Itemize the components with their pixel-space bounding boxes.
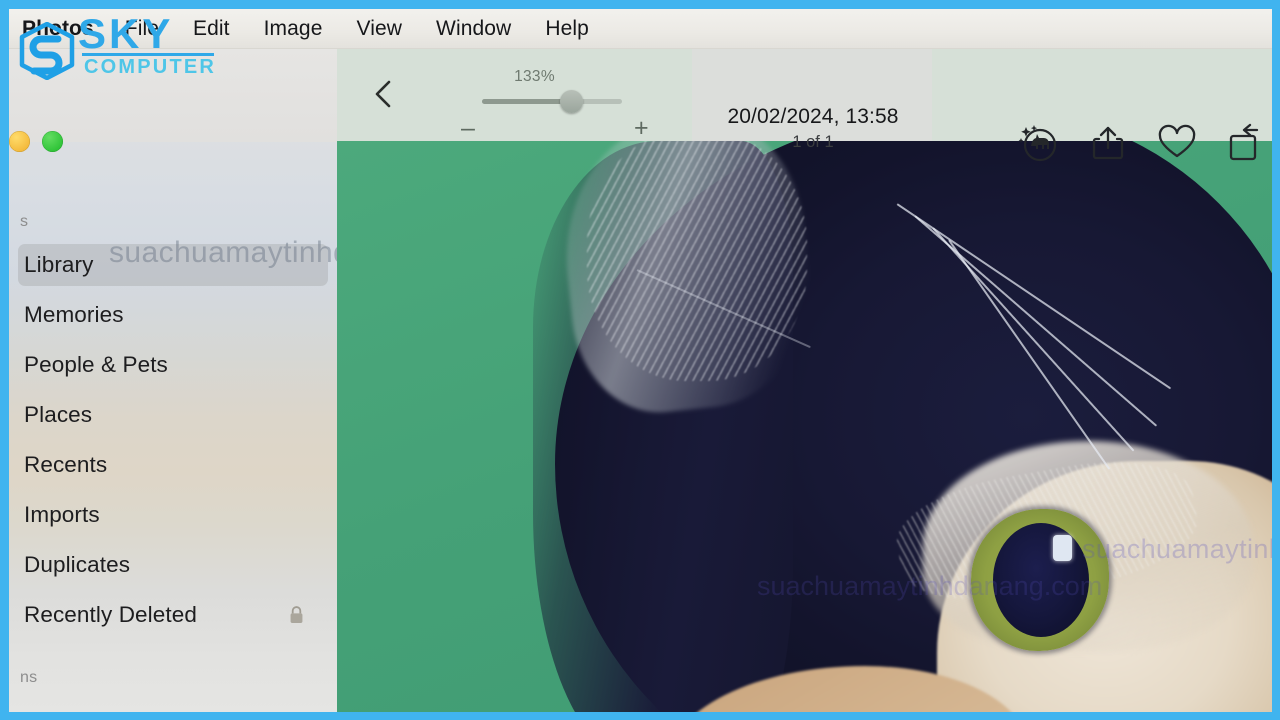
sidebar-item-library[interactable]: Library — [18, 244, 328, 286]
menu-item-file[interactable]: File — [108, 18, 176, 39]
cat-ear-inner-fur — [587, 141, 807, 381]
sidebar-item-recently-deleted[interactable]: Recently Deleted — [18, 594, 328, 636]
zoom-slider-group[interactable]: 133% – + — [417, 60, 652, 141]
photo-count-label: 1 of 1 — [792, 133, 834, 151]
detail-pane: suachuamaytinhdanang.com 133% – + 20/02/… — [337, 48, 1272, 712]
menu-item-image[interactable]: Image — [247, 18, 340, 39]
menu-item-view[interactable]: View — [339, 18, 419, 39]
sidebar-item-label: People & Pets — [24, 352, 168, 377]
sidebar-item-people-and-pets[interactable]: People & Pets — [18, 344, 328, 386]
zoom-button[interactable] — [42, 131, 63, 152]
menu-item-help[interactable]: Help — [528, 18, 606, 39]
screen-root: s Library Memories People & Pets Places … — [0, 0, 1280, 720]
photo-canvas[interactable]: suachuamaytinhdanang.com — [337, 141, 1272, 712]
sidebar-item-my-albums[interactable]: My Albums — [18, 700, 328, 712]
zoom-percent-label: 133% — [514, 68, 555, 85]
heart-icon[interactable] — [1156, 122, 1198, 164]
window-titlebar — [9, 48, 337, 152]
visual-lookup-icon[interactable] — [1017, 122, 1059, 164]
sidebar-section-header-albums: ns — [20, 669, 38, 686]
sidebar-section-header-library: s — [20, 213, 29, 230]
rotate-left-icon[interactable] — [1225, 122, 1267, 164]
watermark-photo-secondary: suachuamaytinhdanang.com — [757, 571, 1103, 601]
minimize-button[interactable] — [9, 131, 30, 152]
menu-bar: Photos File Edit Image View Window Help — [0, 9, 1280, 49]
sidebar: s Library Memories People & Pets Places … — [9, 48, 337, 712]
sidebar-item-imports[interactable]: Imports — [18, 494, 328, 536]
toolbar: 133% – + 20/02/2024, 13:58 1 of 1 — [337, 48, 1272, 162]
sidebar-item-memories[interactable]: Memories — [18, 294, 328, 336]
sidebar-item-label: Library — [24, 252, 94, 277]
lock-icon — [290, 606, 303, 623]
cat-eye-glint — [1053, 535, 1072, 561]
zoom-slider-thumb[interactable] — [560, 90, 584, 113]
sidebar-item-label: Recently Deleted — [24, 602, 197, 627]
sidebar-item-label: Recents — [24, 452, 108, 477]
frame-edge-left — [0, 0, 9, 720]
sidebar-item-places[interactable]: Places — [18, 394, 328, 436]
sidebar-item-label: Memories — [24, 302, 124, 327]
menu-item-edit[interactable]: Edit — [176, 18, 247, 39]
photo-date-label: 20/02/2024, 13:58 — [727, 105, 899, 128]
sidebar-item-duplicates[interactable]: Duplicates — [18, 544, 328, 586]
back-chevron-icon[interactable] — [370, 79, 396, 109]
menu-item-window[interactable]: Window — [419, 18, 528, 39]
zoom-slider-track[interactable] — [482, 90, 622, 113]
photo-metadata: 20/02/2024, 13:58 1 of 1 — [689, 105, 937, 152]
photos-window: s Library Memories People & Pets Places … — [9, 48, 1272, 712]
frame-edge-right — [1272, 0, 1280, 720]
sidebar-item-label: Places — [24, 402, 93, 427]
sidebar-item-label: Imports — [24, 502, 100, 527]
menu-item-photos[interactable]: Photos — [0, 18, 108, 39]
frame-edge-top — [0, 0, 1280, 9]
sidebar-item-label: Duplicates — [24, 552, 131, 577]
share-icon[interactable] — [1087, 122, 1129, 164]
frame-edge-bottom — [0, 712, 1280, 720]
sidebar-item-recents[interactable]: Recents — [18, 444, 328, 486]
